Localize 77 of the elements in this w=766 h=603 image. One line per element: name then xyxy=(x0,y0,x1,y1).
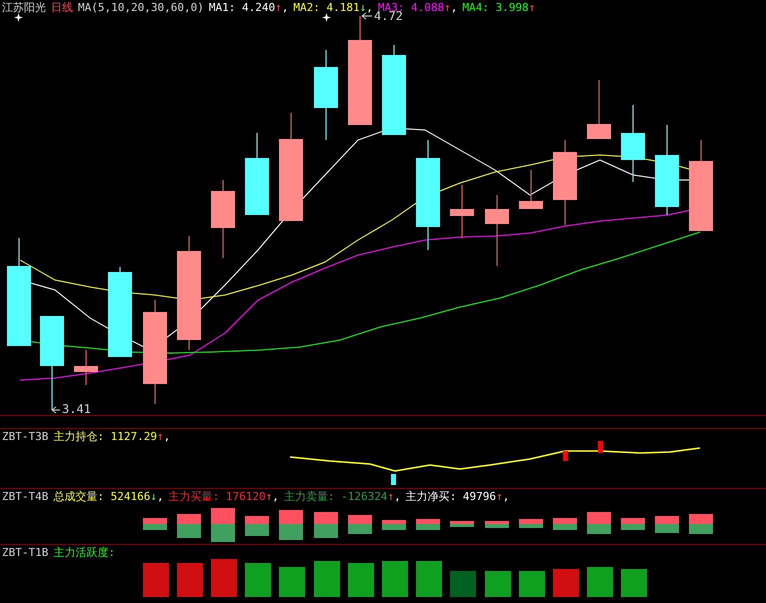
volume-bar xyxy=(211,508,235,542)
volume-bar xyxy=(416,519,440,530)
indicator-readout: 主力净买: 49796 xyxy=(406,489,496,504)
indicator-name: ZBT-T3B xyxy=(2,429,48,444)
activity-bar xyxy=(485,571,511,597)
activity-bar xyxy=(314,561,340,597)
leader-line xyxy=(362,12,372,20)
trend-arrow: ↓ xyxy=(360,0,366,15)
volume-bar xyxy=(621,518,645,530)
separator: , xyxy=(450,0,458,15)
activity-bar xyxy=(553,569,579,597)
activity-bar xyxy=(177,563,203,597)
separator: , xyxy=(394,489,401,504)
signal-bar xyxy=(563,451,568,461)
indicator-readout: 主力买量: 176120 xyxy=(168,489,266,504)
trend-arrow: ↑ xyxy=(528,0,536,15)
indicator-name: ZBT-T1B xyxy=(2,545,48,560)
indicator-readout: MA4: 3.998 xyxy=(462,0,529,15)
candlestick xyxy=(587,80,611,140)
volume-bar xyxy=(348,515,372,534)
volume-bar xyxy=(279,510,303,540)
volume-bar xyxy=(382,520,406,530)
indicator-readout: MA2: 4.181 xyxy=(293,0,360,15)
indicator-readout: 主力活跃度: xyxy=(53,545,115,560)
period-label: 日线 xyxy=(51,0,73,15)
activity-bar xyxy=(279,567,305,597)
separator: , xyxy=(164,429,170,444)
activity-bar xyxy=(348,563,374,597)
candlestick xyxy=(450,184,474,238)
candlestick xyxy=(74,350,98,386)
volume-bar xyxy=(314,512,338,538)
activity-bar xyxy=(587,567,613,597)
activity-bar xyxy=(382,561,408,597)
indicator-name: ZBT-T4B xyxy=(2,489,48,504)
candlestick xyxy=(519,170,543,210)
star-icon xyxy=(14,13,23,22)
activity-bar xyxy=(245,563,271,597)
trend-arrow: ↑ xyxy=(156,429,164,444)
volume-bar xyxy=(143,518,167,530)
activity-bar xyxy=(211,559,237,597)
separator: , xyxy=(502,489,510,504)
trend-arrow: ↑ xyxy=(387,489,394,504)
volume-bar xyxy=(519,519,543,528)
volume-bar xyxy=(689,514,713,534)
separator: , xyxy=(282,0,288,15)
separator: , xyxy=(272,489,279,504)
trend-arrow: ↑ xyxy=(444,0,451,15)
indicator-readout: 主力持仓: 1127.29 xyxy=(53,429,157,444)
indicator-readout: 主力卖量: -126324 xyxy=(284,489,388,504)
separator: , xyxy=(156,489,164,504)
candlestick xyxy=(485,194,509,266)
volume-bar xyxy=(587,512,611,534)
volume-bar xyxy=(485,521,509,528)
indicator-readout: MA1: 4.240 xyxy=(208,0,276,15)
price-label: 3.41 xyxy=(62,402,91,416)
volume-bar xyxy=(450,521,474,527)
star-icon xyxy=(322,13,331,22)
stock-name: 江苏阳光 xyxy=(2,0,46,15)
separator: , xyxy=(366,0,373,15)
activity-bar xyxy=(143,563,169,597)
volume-bar xyxy=(655,516,679,533)
trend-arrow: ↑ xyxy=(266,489,272,504)
volume-bar xyxy=(553,518,577,530)
volume-bar xyxy=(245,516,269,536)
ma-parameters: MA(5,10,20,30,60,0) xyxy=(78,0,204,15)
volume-bar xyxy=(177,514,201,538)
leader-line xyxy=(52,406,60,414)
signal-bar xyxy=(391,474,396,485)
trend-arrow: ↑ xyxy=(496,489,503,504)
activity-bar xyxy=(519,571,545,597)
activity-bar xyxy=(450,571,476,597)
activity-bar xyxy=(416,561,442,597)
signal-bar xyxy=(598,441,603,453)
trend-arrow: ↓ xyxy=(150,489,157,504)
activity-bar xyxy=(621,569,647,597)
trend-arrow: ↑ xyxy=(275,0,282,15)
indicator-readout: 总成交量: 524166 xyxy=(53,489,150,504)
